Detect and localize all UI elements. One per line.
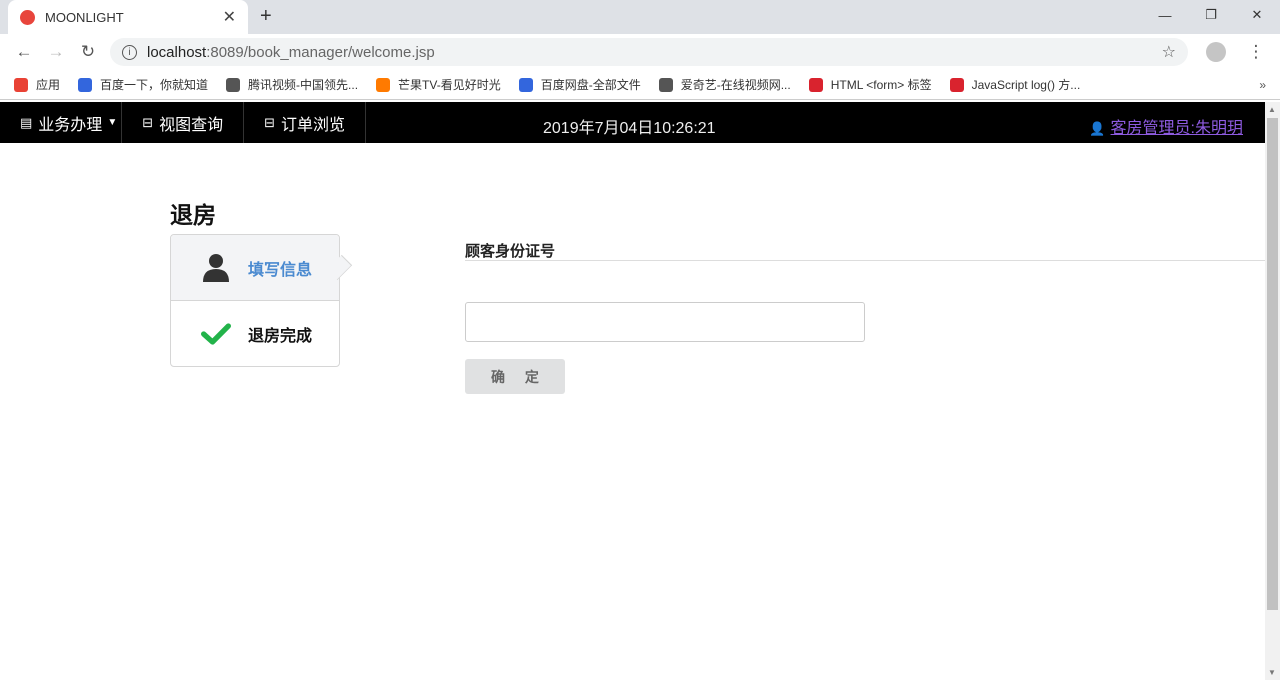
confirm-button[interactable]: 确 定 <box>465 359 565 394</box>
restore-button[interactable]: ❐ <box>1188 0 1234 30</box>
card-icon: ▤ <box>20 114 33 130</box>
forward-button[interactable]: → <box>40 42 72 62</box>
menu-kebab-icon[interactable]: ⋮ <box>1240 42 1272 62</box>
bookmark-favicon-icon <box>226 77 241 92</box>
tab-title: MOONLIGHT <box>45 9 124 25</box>
bookmark-label: 芒果TV-看见好时光 <box>398 78 501 92</box>
bookmark-label: 应用 <box>36 78 61 92</box>
browser-tab[interactable]: MOONLIGHT ✕ <box>8 0 248 34</box>
bookmark-favicon-icon <box>518 77 533 92</box>
bookmark-label: JavaScript log() 方... <box>971 78 1081 92</box>
info-icon[interactable]: i <box>122 44 137 60</box>
bookmark-item[interactable]: 应用 <box>14 76 60 93</box>
user-icon: 👤 <box>1089 121 1106 136</box>
apps-grid-icon <box>14 77 28 92</box>
menu-view-query[interactable]: ⊟ 视图查询 <box>122 102 245 143</box>
browser-toolbar: ← → ↻ i localhost :8089/book_manager/wel… <box>0 34 1280 70</box>
bookmark-favicon-icon <box>949 77 964 92</box>
close-window-button[interactable]: ✕ <box>1234 0 1280 30</box>
profile-avatar[interactable] <box>1206 42 1226 62</box>
bookmark-label: 百度一下，你就知道 <box>100 78 209 92</box>
bookmark-item[interactable]: 百度网盘-全部文件 <box>518 76 641 93</box>
step-label: 填写信息 <box>248 261 313 279</box>
search-doc-icon: ⊟ <box>142 114 154 130</box>
bookmark-label: 百度网盘-全部文件 <box>540 78 641 92</box>
bookmark-item[interactable]: 百度一下，你就知道 <box>78 76 208 93</box>
bookmark-item[interactable]: 爱奇艺-在线视频网... <box>658 76 791 93</box>
step-indicator: 填写信息 退房完成 <box>170 234 340 367</box>
url-path: :8089/book_manager/welcome.jsp <box>206 43 435 61</box>
more-bookmarks-icon[interactable]: » <box>1259 78 1266 92</box>
page-title: 退房 <box>170 202 216 228</box>
menu-label: 业务办理 <box>38 116 103 134</box>
bookmark-favicon-icon <box>658 77 673 92</box>
divider <box>465 260 1265 261</box>
bookmark-item[interactable]: JavaScript log() 方... <box>949 76 1081 93</box>
address-bar[interactable]: i localhost :8089/book_manager/welcome.j… <box>110 38 1188 66</box>
top-navbar: ▤ 业务办理 ▼ ⊟ 视图查询 ⊟ 订单浏览 2019年7月04日10:26:21 👤 客… <box>0 102 1265 143</box>
step-label: 退房完成 <box>248 328 313 345</box>
bookmark-favicon-icon <box>808 77 823 92</box>
bookmark-favicon-icon <box>376 77 391 92</box>
scroll-up-icon[interactable]: ▲ <box>1268 105 1276 114</box>
bookmark-item[interactable]: HTML <form> 标签 <box>808 76 932 93</box>
search-doc-icon: ⊟ <box>264 114 276 130</box>
scrollbar-thumb[interactable] <box>1267 118 1278 610</box>
back-button[interactable]: ← <box>8 42 40 62</box>
id-number-label: 顾客身份证号 <box>465 243 556 260</box>
step-fill-info: 填写信息 <box>171 235 339 301</box>
bookmark-item[interactable]: 芒果TV-看见好时光 <box>376 76 501 93</box>
minimize-button[interactable]: — <box>1142 0 1188 30</box>
favicon-icon <box>20 9 35 25</box>
menu-order-browse[interactable]: ⊟ 订单浏览 <box>244 102 367 143</box>
caret-down-icon: ▼ <box>107 117 118 128</box>
bookmark-label: 爱奇艺-在线视频网... <box>680 78 791 92</box>
bookmark-label: 腾讯视频-中国领先... <box>248 78 359 92</box>
datetime: 2019年7月04日10:26:21 <box>543 120 716 137</box>
bookmark-label: HTML <form> 标签 <box>830 78 932 92</box>
reload-button[interactable]: ↻ <box>72 42 104 62</box>
browser-tab-bar: MOONLIGHT ✕ + — ❐ ✕ <box>0 0 1280 34</box>
close-tab-icon[interactable]: ✕ <box>223 7 236 27</box>
bookmark-favicon-icon <box>78 77 93 92</box>
new-tab-button[interactable]: + <box>260 5 272 28</box>
id-number-input[interactable] <box>465 302 865 342</box>
menu-label: 订单浏览 <box>281 116 346 134</box>
bookmark-star-icon[interactable]: ☆ <box>1162 42 1176 62</box>
menu-business[interactable]: ▤ 业务办理 ▼ <box>0 102 123 143</box>
scroll-down-icon[interactable]: ▼ <box>1268 668 1276 677</box>
url-host: localhost <box>147 43 207 61</box>
bookmark-item[interactable]: 腾讯视频-中国领先... <box>226 76 358 93</box>
step-checkout-complete: 退房完成 <box>171 301 339 367</box>
check-icon <box>201 321 231 347</box>
scrollbar[interactable]: ▲ ▼ <box>1265 102 1280 680</box>
user-icon <box>201 253 231 283</box>
bookmarks-bar: 应用 百度一下，你就知道 腾讯视频-中国领先... 芒果TV-看见好时光 百度网盘-全部… <box>0 70 1280 100</box>
menu-label: 视图查询 <box>159 116 224 134</box>
user-link[interactable]: 客房管理员:朱明玥 <box>1111 120 1243 137</box>
